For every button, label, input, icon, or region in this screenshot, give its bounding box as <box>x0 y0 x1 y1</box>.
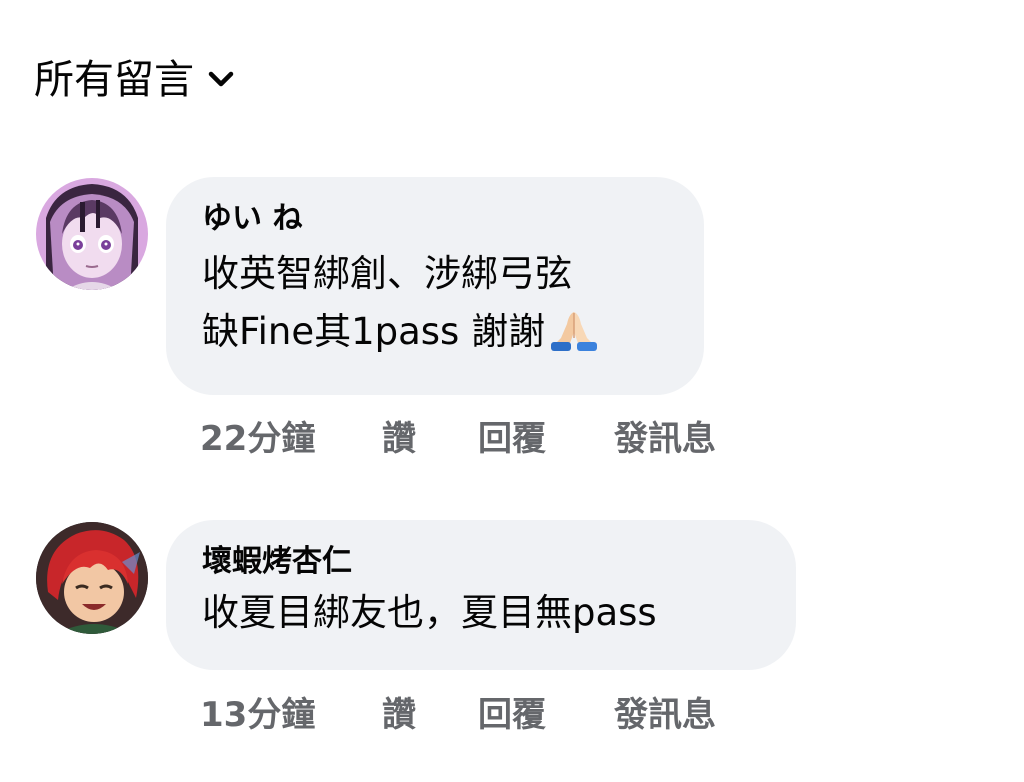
send-message-button[interactable]: 發訊息 <box>614 414 716 464</box>
comment-bubble: 壞蝦烤杏仁 收夏目綁友也，夏目無pass <box>166 520 796 670</box>
send-message-button[interactable]: 發訊息 <box>614 690 716 740</box>
comment-bubble: ゆい ね 收英智綁創、涉綁弓弦 缺Fine其1pass 謝謝 <box>166 177 704 395</box>
chevron-down-icon <box>208 71 234 87</box>
comment-text-segment: 缺Fine其1pass 謝謝 <box>202 310 546 353</box>
comment-filter-dropdown[interactable]: 所有留言 <box>34 54 234 106</box>
comment-text-line: 收夏目綁友也，夏目無pass <box>202 591 657 634</box>
comment-actions: 22分鐘 讚 回覆 發訊息 <box>200 414 716 464</box>
reply-button[interactable]: 回覆 <box>478 690 614 740</box>
avatar[interactable] <box>36 178 148 290</box>
comment-timestamp[interactable]: 22分鐘 <box>200 414 382 464</box>
folded-hands-icon <box>551 312 598 351</box>
comment-text-line: 收英智綁創、涉綁弓弦 <box>202 252 572 295</box>
comment-author-name[interactable]: 壞蝦烤杏仁 <box>202 542 760 582</box>
like-button[interactable]: 讚 <box>382 690 478 740</box>
comment-text-line: 缺Fine其1pass 謝謝 <box>202 303 668 361</box>
avatar[interactable] <box>36 522 148 634</box>
comment-filter-label: 所有留言 <box>34 57 194 103</box>
comment-timestamp[interactable]: 13分鐘 <box>200 690 382 740</box>
comment-actions: 13分鐘 讚 回覆 發訊息 <box>200 690 716 740</box>
comment-author-name[interactable]: ゆい ね <box>202 199 668 239</box>
like-button[interactable]: 讚 <box>382 414 478 464</box>
anime-boy-red-hair-avatar <box>36 522 148 634</box>
anime-girl-purple-avatar <box>36 178 148 290</box>
reply-button[interactable]: 回覆 <box>478 414 614 464</box>
